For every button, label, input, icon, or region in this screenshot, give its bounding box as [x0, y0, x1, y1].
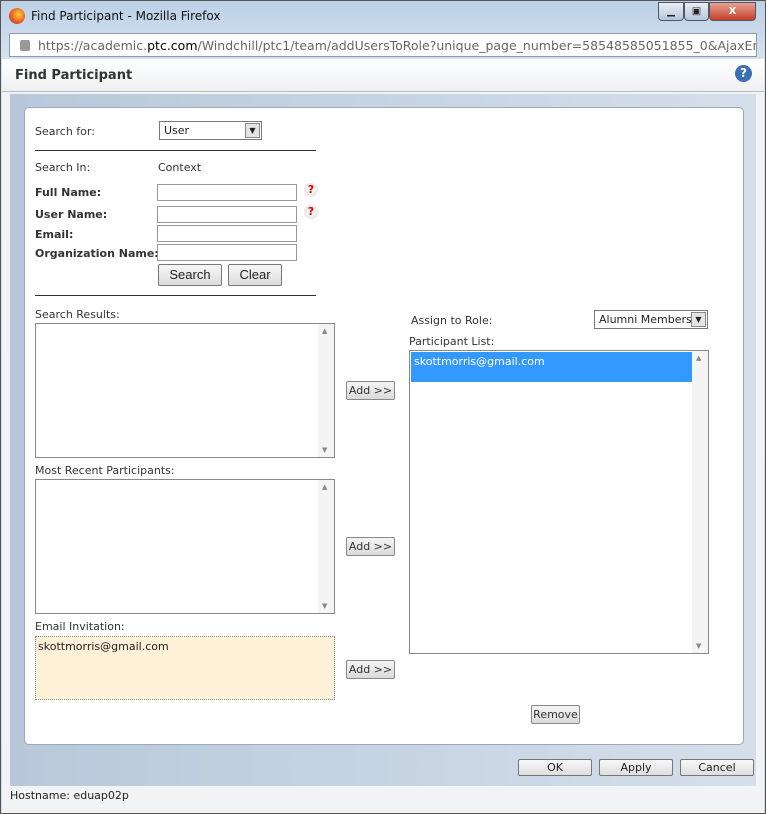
- ok-button[interactable]: OK: [518, 759, 592, 776]
- full-name-label: Full Name:: [35, 186, 102, 199]
- find-participant-panel: Search for: User ▼ Search In: Context Ful…: [24, 107, 744, 745]
- search-results-list[interactable]: ▲ ▼: [35, 323, 335, 458]
- page: Find Participant ? Search for: User ▼ Sea…: [2, 59, 764, 813]
- email-invitation-textarea[interactable]: skottmorris@gmail.com: [35, 636, 335, 700]
- search-for-select[interactable]: User ▼: [159, 121, 262, 140]
- email-invitation-value: skottmorris@gmail.com: [38, 640, 169, 653]
- hostname-text: Hostname: eduap02p: [10, 789, 129, 802]
- apply-button[interactable]: Apply: [599, 759, 673, 776]
- browser-window: Find Participant - Mozilla Firefox ▁ ▣ X…: [0, 0, 766, 814]
- search-for-value: User: [164, 124, 190, 137]
- assign-role-label: Assign to Role:: [411, 314, 493, 327]
- search-in-value: Context: [158, 161, 202, 174]
- organization-name-input[interactable]: [157, 244, 297, 261]
- recent-participants-list[interactable]: ▲ ▼: [35, 479, 335, 614]
- page-title: Find Participant: [15, 68, 133, 83]
- organization-name-label: Organization Name:: [35, 247, 159, 260]
- role-select[interactable]: Alumni Members ▼: [594, 310, 708, 329]
- scrollbar[interactable]: ▲ ▼: [318, 324, 334, 457]
- participant-list-label: Participant List:: [409, 335, 495, 348]
- role-value: Alumni Members: [599, 313, 692, 326]
- add-search-results-button[interactable]: Add >>: [346, 381, 395, 400]
- url-path: /Windchill/ptc1/team/addUsersToRole?uniq…: [197, 38, 756, 53]
- full-name-input[interactable]: [157, 184, 297, 201]
- participant-email: skottmorris@gmail.com: [414, 355, 545, 368]
- search-in-label: Search In:: [35, 161, 91, 174]
- url-bar[interactable]: https://academic.ptc.com/Windchill/ptc1/…: [9, 33, 757, 57]
- title-bar: Find Participant - Mozilla Firefox ▁ ▣ X: [1, 1, 765, 31]
- dialog-body: Search for: User ▼ Search In: Context Ful…: [10, 94, 756, 786]
- url-domain: ptc.com: [147, 38, 198, 53]
- user-name-label: User Name:: [35, 208, 108, 221]
- minimize-button[interactable]: ▁: [658, 2, 684, 21]
- email-label: Email:: [35, 228, 74, 241]
- close-button[interactable]: X: [709, 2, 756, 21]
- scrollbar[interactable]: ▲ ▼: [692, 351, 708, 653]
- cancel-button[interactable]: Cancel: [680, 759, 754, 776]
- window-title: Find Participant - Mozilla Firefox: [31, 9, 221, 23]
- add-email-button[interactable]: Add >>: [346, 660, 395, 679]
- divider: [35, 295, 316, 296]
- remove-button[interactable]: Remove: [531, 705, 580, 724]
- participant-list[interactable]: skottmorris@gmail.com ▲ ▼: [409, 350, 709, 654]
- help-question-icon[interactable]: ?: [304, 205, 318, 219]
- help-icon[interactable]: ?: [735, 65, 752, 82]
- recent-participants-label: Most Recent Participants:: [35, 464, 175, 477]
- add-recent-button[interactable]: Add >>: [346, 537, 395, 556]
- page-header: Find Participant ?: [2, 59, 764, 92]
- clear-button[interactable]: Clear: [228, 264, 282, 286]
- email-invitation-label: Email Invitation:: [35, 620, 125, 633]
- search-for-label: Search for:: [35, 125, 95, 138]
- lock-icon: [20, 40, 30, 51]
- firefox-icon: [9, 8, 25, 24]
- email-input[interactable]: [157, 225, 297, 242]
- scrollbar[interactable]: ▲ ▼: [318, 480, 334, 613]
- list-item[interactable]: skottmorris@gmail.com: [411, 352, 692, 382]
- chevron-down-icon: ▼: [691, 312, 706, 327]
- url-prefix: https://academic.: [38, 38, 148, 53]
- help-question-icon[interactable]: ?: [304, 183, 318, 197]
- divider: [35, 150, 316, 151]
- maximize-button[interactable]: ▣: [684, 2, 709, 21]
- search-results-label: Search Results:: [35, 308, 120, 321]
- search-button[interactable]: Search: [158, 264, 222, 286]
- chevron-down-icon: ▼: [245, 123, 260, 138]
- user-name-input[interactable]: [157, 206, 297, 223]
